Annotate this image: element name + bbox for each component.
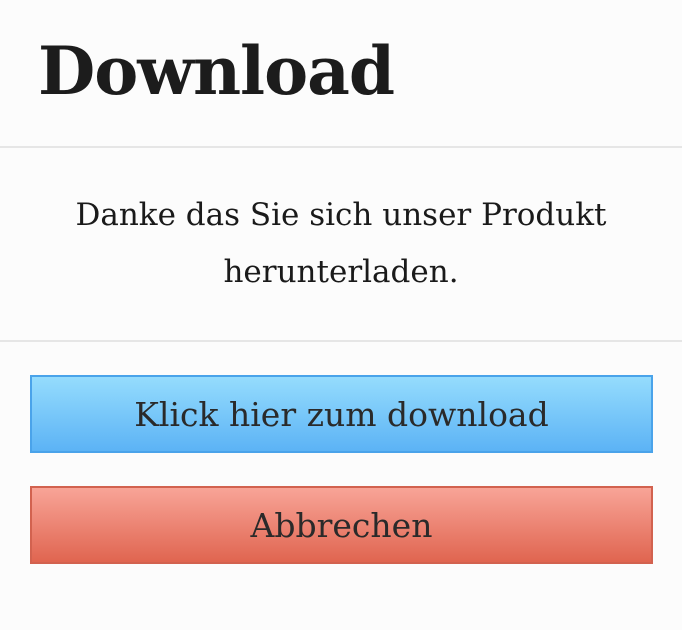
cancel-button[interactable]: Abbrechen bbox=[30, 486, 653, 564]
download-button[interactable]: Klick hier zum download bbox=[30, 375, 653, 453]
dialog-message: Danke das Sie sich unser Produkt herunte… bbox=[75, 197, 607, 290]
download-dialog: Download Danke das Sie sich unser Produk… bbox=[0, 0, 682, 630]
dialog-header: Download bbox=[0, 0, 682, 148]
dialog-title: Download bbox=[38, 32, 395, 110]
dialog-body: Danke das Sie sich unser Produkt herunte… bbox=[0, 148, 682, 342]
dialog-actions: Klick hier zum download Abbrechen bbox=[0, 342, 682, 564]
